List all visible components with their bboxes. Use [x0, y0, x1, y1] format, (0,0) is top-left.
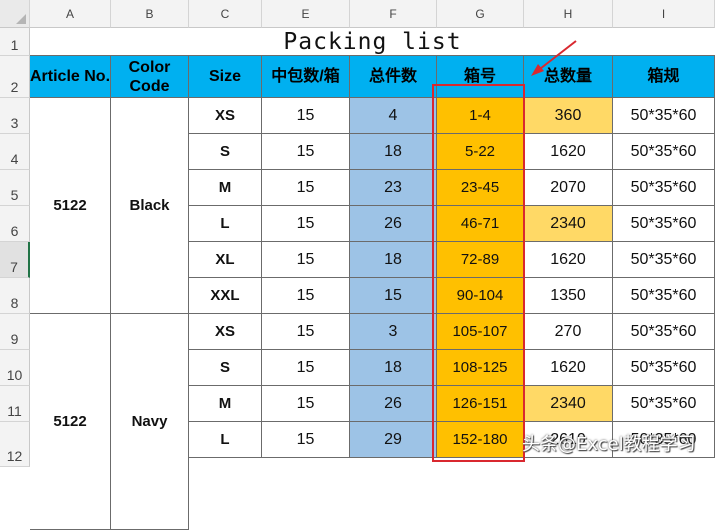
box-spec-cell[interactable]: 50*35*60 — [613, 98, 715, 134]
row-header-9[interactable]: 9 — [0, 314, 30, 350]
total-pieces-cell[interactable]: 18 — [350, 134, 437, 170]
box-spec-cell[interactable]: 50*35*60 — [613, 350, 715, 386]
per-box-cell[interactable]: 15 — [262, 170, 350, 206]
row-header-6[interactable]: 6 — [0, 206, 30, 242]
size-cell[interactable]: L — [189, 422, 262, 458]
row-header-2[interactable]: 2 — [0, 56, 30, 98]
header-per-box[interactable]: 中包数/箱 — [262, 56, 350, 98]
row-header-8[interactable]: 8 — [0, 278, 30, 314]
row-header-3[interactable]: 3 — [0, 98, 30, 134]
column-header-g[interactable]: G — [437, 0, 524, 28]
box-no-cell[interactable]: 126-151 — [437, 386, 524, 422]
column-header-b[interactable]: B — [111, 0, 189, 28]
spreadsheet: A B C E F G H I 1 2 3 4 5 6 7 8 9 10 11 … — [0, 0, 715, 530]
box-no-cell[interactable]: 105-107 — [437, 314, 524, 350]
row-header-5[interactable]: 5 — [0, 170, 30, 206]
total-pieces-cell[interactable]: 23 — [350, 170, 437, 206]
sheet-title[interactable]: Packing list — [30, 28, 715, 56]
box-spec-cell[interactable]: 50*35*60 — [613, 206, 715, 242]
total-qty-cell[interactable]: 1620 — [524, 242, 613, 278]
box-no-cell[interactable]: 72-89 — [437, 242, 524, 278]
column-header-h[interactable]: H — [524, 0, 613, 28]
total-qty-cell[interactable]: 1620 — [524, 134, 613, 170]
box-spec-cell[interactable]: 50*35*60 — [613, 170, 715, 206]
size-cell[interactable]: M — [189, 386, 262, 422]
per-box-cell[interactable]: 15 — [262, 134, 350, 170]
box-spec-cell[interactable]: 50*35*60 — [613, 278, 715, 314]
total-pieces-cell[interactable]: 3 — [350, 314, 437, 350]
per-box-cell[interactable]: 15 — [262, 350, 350, 386]
box-no-cell[interactable]: 5-22 — [437, 134, 524, 170]
total-qty-cell[interactable]: 270 — [524, 314, 613, 350]
total-qty-cell[interactable]: 1620 — [524, 350, 613, 386]
total-pieces-cell[interactable]: 26 — [350, 206, 437, 242]
total-qty-cell[interactable]: 2340 — [524, 206, 613, 242]
row-header-10[interactable]: 10 — [0, 350, 30, 386]
row-header-7[interactable]: 7 — [0, 242, 30, 278]
per-box-cell[interactable]: 15 — [262, 242, 350, 278]
per-box-cell[interactable]: 15 — [262, 422, 350, 458]
box-no-cell[interactable]: 108-125 — [437, 350, 524, 386]
watermark: 头条@Excel教程学习 — [522, 434, 696, 455]
total-qty-cell[interactable]: 1350 — [524, 278, 613, 314]
per-box-cell[interactable]: 15 — [262, 206, 350, 242]
merged-color-navy[interactable]: Navy — [111, 314, 189, 530]
column-header-f[interactable]: F — [350, 0, 437, 28]
size-cell[interactable]: S — [189, 134, 262, 170]
column-header-e[interactable]: E — [262, 0, 350, 28]
column-header-c[interactable]: C — [189, 0, 262, 28]
row-header-1[interactable]: 1 — [0, 28, 30, 56]
box-no-cell[interactable]: 90-104 — [437, 278, 524, 314]
select-all-corner[interactable] — [0, 0, 30, 28]
merged-article-black[interactable]: 5122 — [30, 98, 111, 314]
size-cell[interactable]: XL — [189, 242, 262, 278]
size-cell[interactable]: XS — [189, 98, 262, 134]
annotation-arrow-icon — [531, 40, 577, 76]
box-no-cell[interactable]: 1-4 — [437, 98, 524, 134]
box-spec-cell[interactable]: 50*35*60 — [613, 242, 715, 278]
box-spec-cell[interactable]: 50*35*60 — [613, 314, 715, 350]
total-pieces-cell[interactable]: 15 — [350, 278, 437, 314]
header-article-no[interactable]: Article No. — [30, 56, 111, 98]
per-box-cell[interactable]: 15 — [262, 98, 350, 134]
total-qty-cell[interactable]: 2340 — [524, 386, 613, 422]
merged-color-black[interactable]: Black — [111, 98, 189, 314]
row-header-12[interactable]: 12 — [0, 422, 30, 467]
per-box-cell[interactable]: 15 — [262, 314, 350, 350]
size-cell[interactable]: L — [189, 206, 262, 242]
row-header-4[interactable]: 4 — [0, 134, 30, 170]
total-pieces-cell[interactable]: 4 — [350, 98, 437, 134]
size-cell[interactable]: M — [189, 170, 262, 206]
header-box-spec[interactable]: 箱规 — [613, 56, 715, 98]
select-all-triangle-icon — [16, 14, 26, 24]
box-spec-cell[interactable]: 50*35*60 — [613, 134, 715, 170]
header-color-code[interactable]: Color Code — [111, 56, 189, 98]
merged-article-navy[interactable]: 5122 — [30, 314, 111, 530]
header-box-no[interactable]: 箱号 — [437, 56, 524, 98]
box-no-cell[interactable]: 152-180 — [437, 422, 524, 458]
header-total-pieces[interactable]: 总件数 — [350, 56, 437, 98]
total-pieces-cell[interactable]: 18 — [350, 242, 437, 278]
total-pieces-cell[interactable]: 18 — [350, 350, 437, 386]
box-no-cell[interactable]: 46-71 — [437, 206, 524, 242]
total-qty-cell[interactable]: 360 — [524, 98, 613, 134]
size-cell[interactable]: S — [189, 350, 262, 386]
row-header-11[interactable]: 11 — [0, 386, 30, 422]
total-pieces-cell[interactable]: 29 — [350, 422, 437, 458]
column-header-a[interactable]: A — [30, 0, 111, 28]
total-pieces-cell[interactable]: 26 — [350, 386, 437, 422]
column-header-i[interactable]: I — [613, 0, 715, 28]
per-box-cell[interactable]: 15 — [262, 278, 350, 314]
header-size[interactable]: Size — [189, 56, 262, 98]
per-box-cell[interactable]: 15 — [262, 386, 350, 422]
size-cell[interactable]: XXL — [189, 278, 262, 314]
size-cell[interactable]: XS — [189, 314, 262, 350]
total-qty-cell[interactable]: 2070 — [524, 170, 613, 206]
box-spec-cell[interactable]: 50*35*60 — [613, 386, 715, 422]
box-no-cell[interactable]: 23-45 — [437, 170, 524, 206]
